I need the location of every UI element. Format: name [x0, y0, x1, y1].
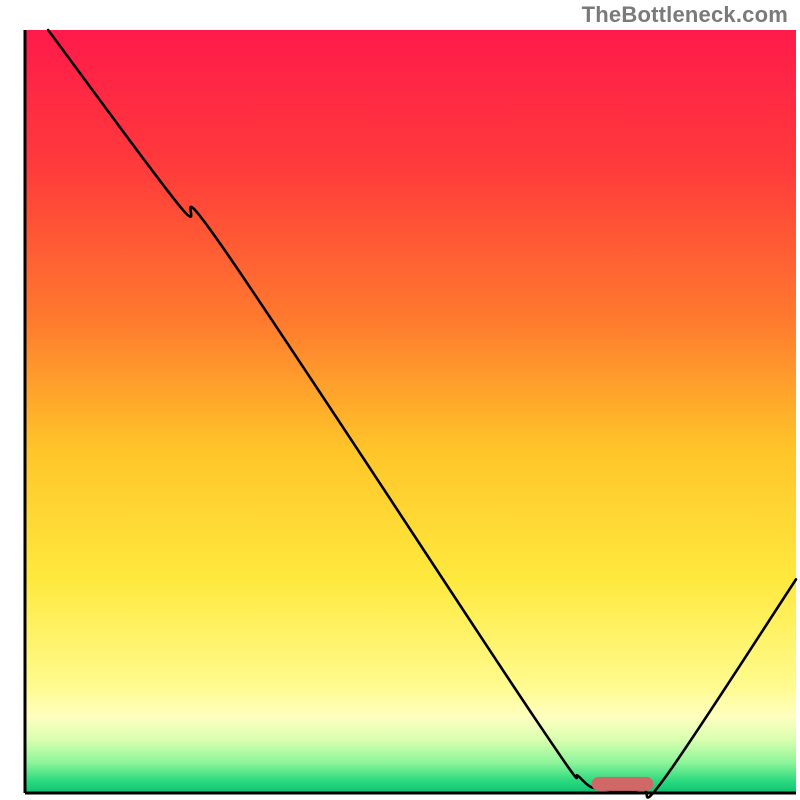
attribution-label: TheBottleneck.com	[582, 2, 788, 28]
chart-container: TheBottleneck.com	[0, 0, 800, 800]
gradient-background	[25, 30, 796, 793]
bottleneck-chart	[0, 0, 800, 800]
optimal-range-marker	[592, 777, 654, 791]
